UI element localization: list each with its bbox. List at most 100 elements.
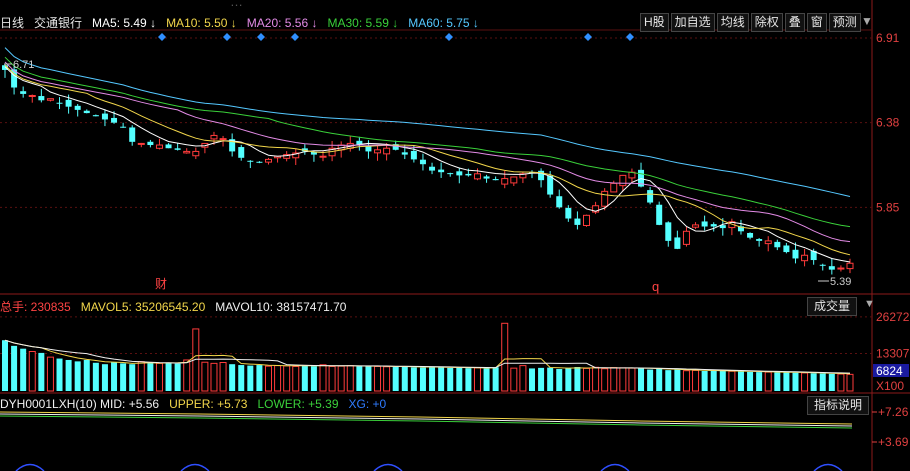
volume-bar-down	[120, 363, 127, 391]
volume-menu-arrow[interactable]: ▼	[864, 298, 875, 310]
volume-bar-up	[337, 365, 345, 392]
volume-bar-up	[519, 365, 527, 392]
volume-bar-up	[28, 351, 36, 392]
candle-body-down	[565, 207, 572, 219]
event-marker-q: q	[652, 279, 659, 294]
volume-bar-up	[46, 356, 54, 392]
candle-body-down	[547, 175, 554, 195]
volume-bar-down	[547, 367, 554, 391]
candle-body-up	[183, 150, 191, 154]
volume-bar-down	[447, 367, 454, 391]
toolbar-button[interactable]: 预测	[828, 13, 861, 32]
toolbar-menu-arrow[interactable]: ▼	[858, 13, 876, 30]
candle-body-down	[92, 115, 99, 117]
toolbar-button[interactable]: H股	[640, 13, 669, 32]
chart-type-label: 日线	[0, 16, 25, 30]
indicator-help-button[interactable]: 指标说明	[807, 396, 870, 415]
candle-body-up	[210, 134, 218, 140]
volume-tick-label: 13307	[876, 346, 910, 360]
toolbar-button[interactable]: 窗	[806, 13, 827, 32]
volume-bar-down	[701, 370, 708, 391]
candle-body-down	[410, 150, 417, 160]
candle-body-down	[83, 110, 90, 114]
candle-body-up	[601, 190, 609, 207]
candle-body-up	[619, 174, 627, 187]
toolbar-button[interactable]: 叠	[784, 13, 805, 32]
volume-bar-down	[492, 367, 499, 391]
volume-tick-label: 26272	[876, 310, 910, 324]
price-tick-label: 6.38	[876, 116, 900, 130]
volume-bar-up	[610, 367, 618, 392]
event-diamond-icon	[445, 33, 453, 41]
price-tick-label: 6.91	[876, 31, 900, 45]
candle-body-down	[120, 126, 127, 128]
candle-body-down	[74, 105, 81, 110]
volume-bar-down	[819, 373, 826, 391]
volume-bar-down	[747, 371, 754, 391]
xg-marker-arc	[15, 463, 45, 471]
candle-body-down	[101, 113, 108, 120]
volume-bar-down	[310, 366, 317, 391]
indicator-upper: UPPER: +5.73	[169, 397, 248, 411]
toolbar-button[interactable]: 均线	[716, 13, 749, 32]
volume-bar-down	[638, 368, 645, 391]
candle-body-up	[374, 149, 382, 154]
volume-bar-down	[256, 365, 263, 391]
xg-marker-arc	[180, 463, 210, 471]
volume-bar-up	[846, 373, 854, 392]
stock-name[interactable]: 交通银行	[34, 14, 82, 31]
volume-bar-down	[528, 368, 535, 391]
candle-body-down	[129, 127, 136, 142]
candle-body-down	[828, 266, 835, 270]
candle-body-down	[574, 218, 581, 225]
high-annotation: 6.71	[13, 59, 34, 71]
xg-marker-arc	[373, 463, 403, 471]
volume-bar-down	[147, 362, 154, 391]
volume-bar-down	[737, 371, 744, 391]
candle-body-down	[20, 91, 27, 94]
ma-legend-item: MA5: 5.49 ↓	[92, 15, 157, 30]
volume-bar-up	[510, 367, 518, 392]
volume-bar-down	[419, 367, 426, 391]
candle-body-up	[692, 224, 700, 228]
volume-bar-up	[292, 365, 300, 392]
candle-body-down	[38, 96, 45, 101]
event-diamond-icon	[158, 33, 166, 41]
candle-body-down	[456, 171, 463, 176]
event-diamond-icon	[223, 33, 231, 41]
volume-bar-down	[247, 365, 254, 391]
candle-body-down	[483, 176, 490, 179]
toolbar-button[interactable]: 加自选	[670, 13, 715, 32]
candle-body-up	[319, 155, 327, 158]
candle-body-down	[756, 239, 763, 241]
volume-bar-down	[2, 340, 8, 391]
ma-legend-item: MA20: 5.56 ↓	[246, 15, 318, 30]
candle-body-down	[656, 204, 663, 225]
xg-marker-arc	[813, 463, 843, 471]
candle-body-down	[747, 232, 754, 238]
toolbar-button[interactable]: 除权	[750, 13, 783, 32]
volume-bar-up	[383, 366, 391, 392]
candle-body-down	[447, 173, 454, 175]
volume-bar-down	[165, 362, 172, 391]
ma-legend-item: MA10: 5.50 ↓	[166, 15, 237, 30]
xg-marker-arc	[600, 463, 630, 471]
volume-bar-down	[401, 366, 408, 391]
candle-body-down	[819, 264, 826, 266]
volume-bar-down	[483, 368, 490, 391]
candle-body-down	[710, 224, 717, 227]
volume-bar-up	[583, 367, 591, 392]
volume-bar-up	[801, 372, 809, 392]
event-diamond-icon	[257, 33, 265, 41]
volume-indicator-button[interactable]: 成交量	[807, 297, 858, 316]
volume-bar-up	[728, 370, 736, 392]
volume-bar-up	[374, 365, 382, 392]
volume-bar-down	[74, 361, 81, 391]
volume-bar-up	[692, 369, 700, 392]
candle-body-up	[801, 254, 809, 262]
candle-body-down	[792, 249, 799, 259]
candle-body-down	[438, 169, 445, 173]
candle-body-up	[846, 262, 854, 270]
volume-bar-down	[356, 366, 363, 391]
indicator-upper-line	[0, 411, 853, 425]
